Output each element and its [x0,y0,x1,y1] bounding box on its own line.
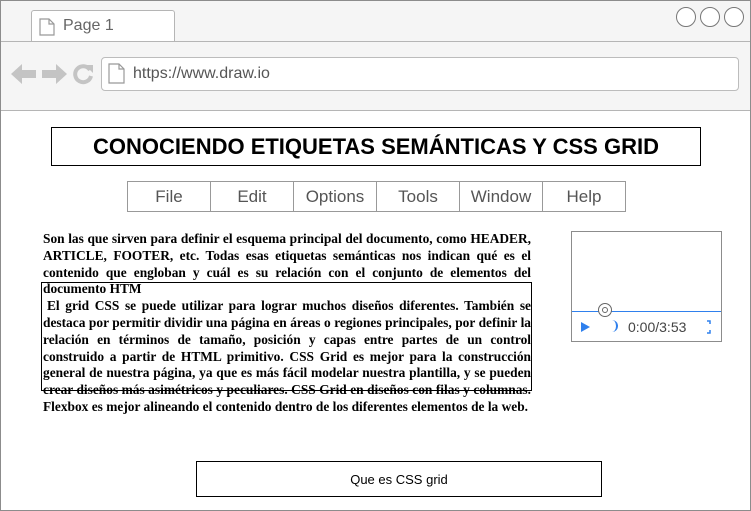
window-button-1[interactable] [676,7,696,27]
tab-label: Page 1 [63,17,114,34]
css-grid-button[interactable]: Que es CSS grid [196,461,602,497]
menu-bar: File Edit Options Tools Window Help [127,181,626,212]
url-text: https://www.draw.io [133,65,270,82]
volume-icon[interactable] [612,320,618,332]
forward-arrow-icon[interactable] [41,64,67,84]
back-arrow-icon[interactable] [11,64,37,84]
navigation-bar: https://www.draw.io [1,42,750,111]
article-text: Son las que sirven para definir el esque… [43,231,531,416]
menu-item-tools[interactable]: Tools [377,182,460,211]
page-icon [39,18,55,36]
video-controls: 0:00/3:53 [572,303,721,342]
fullscreen-icon[interactable] [699,320,711,334]
menu-item-options[interactable]: Options [294,182,377,211]
window-button-3[interactable] [724,7,744,27]
video-player[interactable]: 0:00/3:53 [571,231,722,342]
menu-item-file[interactable]: File [128,182,211,211]
menu-item-window[interactable]: Window [460,182,543,211]
menu-item-help[interactable]: Help [543,182,625,211]
video-time: 0:00/3:53 [628,319,687,335]
play-icon[interactable] [581,322,590,332]
address-bar[interactable]: https://www.draw.io [101,57,739,91]
page-icon [108,63,125,84]
scrubber-handle[interactable] [598,303,612,317]
window-button-2[interactable] [700,7,720,27]
paragraph-css-grid: El grid CSS se puede utilizar para logra… [43,298,531,414]
menu-item-edit[interactable]: Edit [211,182,294,211]
page-title: CONOCIENDO ETIQUETAS SEMÁNTICAS Y CSS GR… [51,127,701,166]
reload-icon[interactable] [72,63,94,85]
browser-tab[interactable]: Page 1 [31,10,175,41]
tab-bar: Page 1 [1,1,750,42]
paragraph-semantic-tags: Son las que sirven para definir el esque… [43,231,531,297]
browser-window: Page 1 https://www.draw.io CONOCIENDO ET… [0,0,751,511]
